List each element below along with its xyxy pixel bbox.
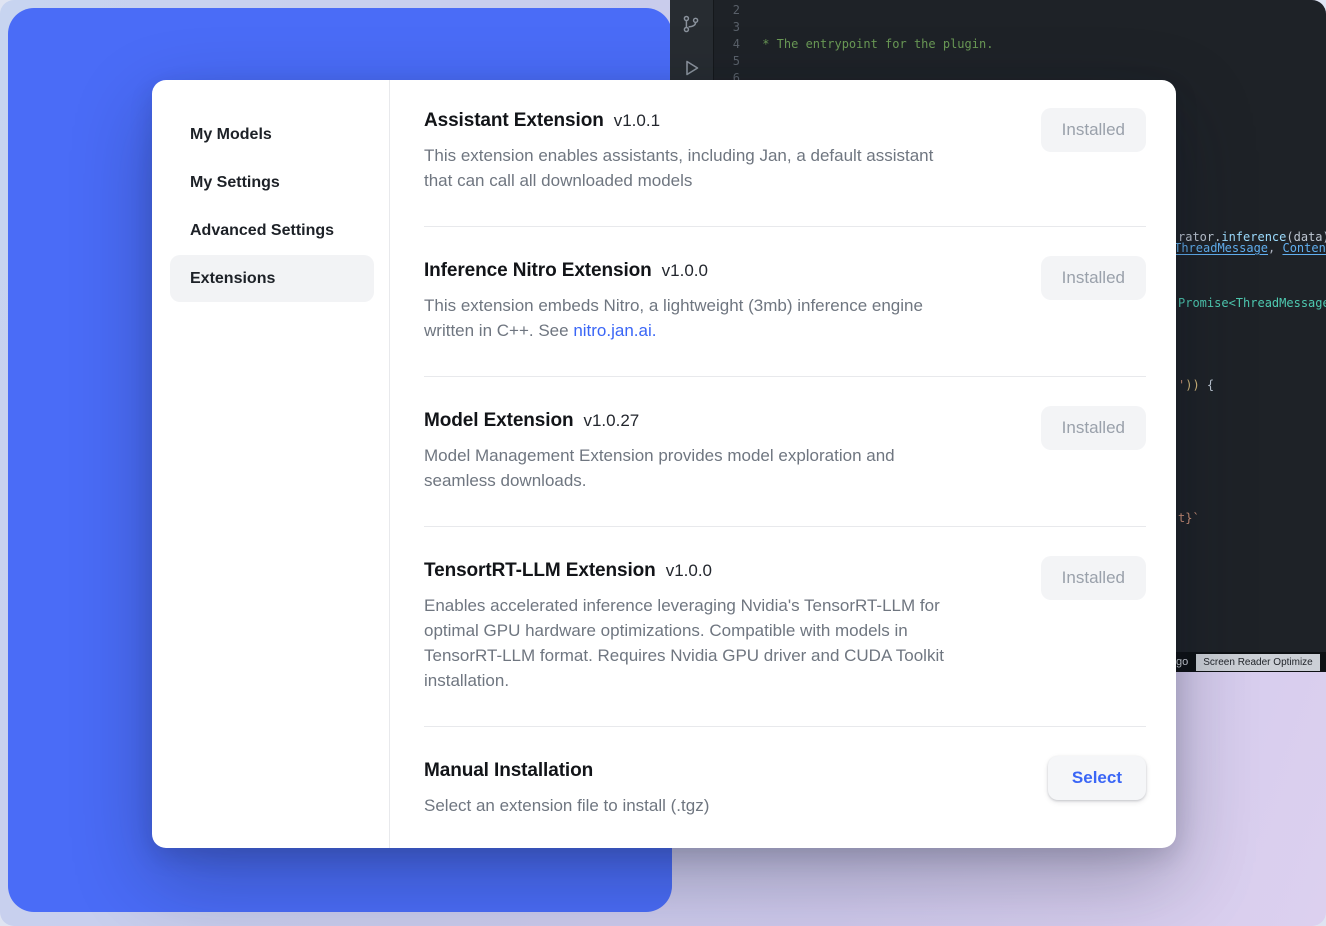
extension-section-nitro: Inference Nitro Extension v1.0.0 This ex… bbox=[424, 227, 1146, 377]
section-header: Inference Nitro Extension v1.0.0 bbox=[424, 260, 1146, 282]
sidebar-item-my-settings[interactable]: My Settings bbox=[170, 159, 374, 206]
tensorrt-installed-button[interactable]: Installed bbox=[1041, 556, 1146, 600]
status-bar-text: go bbox=[1176, 656, 1188, 668]
section-title: TensortRT-LLM Extension bbox=[424, 560, 656, 582]
manual-installation-section: Manual Installation Select an extension … bbox=[424, 727, 1146, 818]
screen-reader-badge: Screen Reader Optimize bbox=[1196, 654, 1320, 671]
line-number: 5 bbox=[716, 53, 740, 70]
section-description: Select an extension file to install (.tg… bbox=[424, 793, 1024, 818]
section-header: TensortRT-LLM Extension v1.0.0 bbox=[424, 560, 1146, 582]
line-number: 2 bbox=[716, 2, 740, 19]
section-description: Enables accelerated inference leveraging… bbox=[424, 593, 1024, 693]
section-description: Model Management Extension provides mode… bbox=[424, 443, 1024, 493]
settings-sidebar: My Models My Settings Advanced Settings … bbox=[152, 80, 390, 848]
sidebar-item-extensions[interactable]: Extensions bbox=[170, 255, 374, 302]
model-installed-button[interactable]: Installed bbox=[1041, 406, 1146, 450]
settings-modal: My Models My Settings Advanced Settings … bbox=[152, 80, 1176, 848]
nitro-jan-ai-link[interactable]: nitro.jan.ai. bbox=[573, 321, 656, 340]
section-header: Assistant Extension v1.0.1 bbox=[424, 110, 1146, 132]
source-control-icon bbox=[680, 13, 702, 38]
sidebar-item-my-models[interactable]: My Models bbox=[170, 111, 374, 158]
line-number: 4 bbox=[716, 36, 740, 53]
section-version: v1.0.0 bbox=[666, 561, 712, 581]
nitro-installed-button[interactable]: Installed bbox=[1041, 256, 1146, 300]
section-description: This extension enables assistants, inclu… bbox=[424, 143, 1024, 193]
section-version: v1.0.0 bbox=[662, 261, 708, 281]
section-description: This extension embeds Nitro, a lightweig… bbox=[424, 293, 1024, 343]
section-header: Manual Installation bbox=[424, 760, 1146, 782]
section-title: Manual Installation bbox=[424, 760, 593, 782]
run-debug-icon bbox=[679, 56, 703, 83]
code-line-comment: * The entrypoint for the plugin. bbox=[755, 36, 1326, 53]
section-title: Assistant Extension bbox=[424, 110, 604, 132]
extension-section-model: Model Extension v1.0.27 Model Management… bbox=[424, 377, 1146, 527]
sidebar-item-advanced-settings[interactable]: Advanced Settings bbox=[170, 207, 374, 254]
line-number-gutter: 2 3 4 5 6 bbox=[716, 2, 740, 87]
code-fragment: t}` bbox=[1178, 511, 1200, 525]
section-header: Model Extension v1.0.27 bbox=[424, 410, 1146, 432]
manual-select-button[interactable]: Select bbox=[1048, 756, 1146, 800]
code-fragment: Promise<ThreadMessage> bbox=[1178, 296, 1326, 310]
extensions-panel: Assistant Extension v1.0.1 This extensio… bbox=[424, 80, 1146, 848]
section-title: Model Extension bbox=[424, 410, 573, 432]
code-fragment: rator.inference(data)); bbox=[1178, 230, 1326, 244]
extension-section-assistant: Assistant Extension v1.0.1 This extensio… bbox=[424, 108, 1146, 227]
screenshot-root: 2 3 4 5 6 * The entrypoint for the plugi… bbox=[0, 0, 1326, 926]
section-version: v1.0.27 bbox=[583, 411, 639, 431]
section-title: Inference Nitro Extension bbox=[424, 260, 652, 282]
extension-section-tensorrt: TensortRT-LLM Extension v1.0.0 Enables a… bbox=[424, 527, 1146, 727]
code-fragment: ')) { bbox=[1178, 378, 1214, 392]
section-version: v1.0.1 bbox=[614, 111, 660, 131]
line-number: 3 bbox=[716, 19, 740, 36]
assistant-installed-button[interactable]: Installed bbox=[1041, 108, 1146, 152]
